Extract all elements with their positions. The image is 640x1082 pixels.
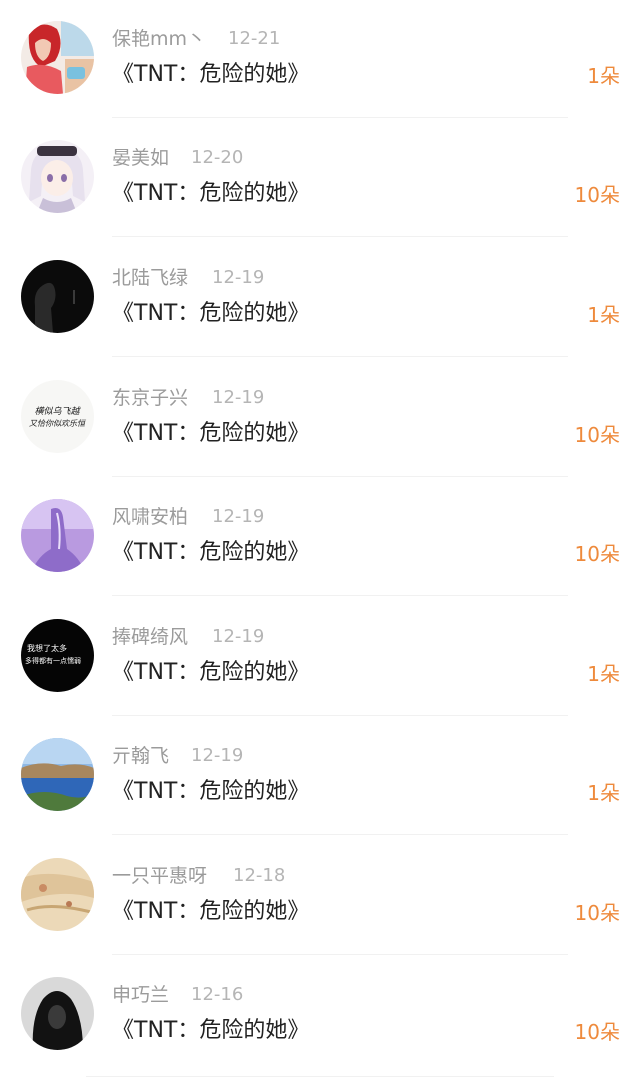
user-name[interactable]: 捧碑绮风 [112, 624, 188, 650]
flower-count: 10朵 [574, 1020, 620, 1044]
book-title[interactable]: 《TNT：危险的她》 [112, 538, 309, 568]
divider [112, 715, 568, 716]
avatar[interactable] [21, 977, 94, 1050]
user-name[interactable]: 东京子兴 [112, 385, 188, 411]
avatar[interactable]: 我想了太多 多得都有一点懦弱 [21, 619, 94, 692]
avatar[interactable] [21, 21, 94, 94]
user-name[interactable]: 保艳mm丶 [112, 26, 206, 52]
divider [112, 476, 568, 477]
list-item[interactable]: 风啸安柏 12-19 《TNT：危险的她》 10朵 [0, 478, 640, 598]
gift-date: 12-19 [212, 387, 265, 408]
flower-count: 1朵 [587, 64, 620, 88]
avatar[interactable]: 横似乌飞越 又恰你似欢乐恒 [21, 380, 94, 453]
list-item[interactable]: 我想了太多 多得都有一点懦弱 捧碑绮风 12-19 《TNT：危险的她》 1朵 [0, 598, 640, 718]
user-name[interactable]: 申巧兰 [112, 982, 169, 1008]
user-name[interactable]: 晏美如 [112, 145, 169, 171]
flower-count: 1朵 [587, 662, 620, 686]
avatar[interactable] [21, 140, 94, 213]
flower-count: 1朵 [587, 303, 620, 327]
divider [86, 1076, 554, 1077]
gift-date: 12-19 [191, 745, 244, 766]
book-title[interactable]: 《TNT：危险的她》 [112, 897, 309, 927]
painting-icon [21, 858, 94, 931]
gift-date: 12-20 [191, 147, 244, 168]
divider [112, 954, 568, 955]
anime-girl-icon [21, 140, 94, 213]
svg-text:横似乌飞越: 横似乌飞越 [34, 406, 81, 417]
user-name[interactable]: 亓翰飞 [112, 743, 169, 769]
svg-text:多得都有一点懦弱: 多得都有一点懦弱 [25, 656, 81, 665]
dark-silhouette-icon [21, 260, 94, 333]
list-item[interactable]: 晏美如 12-20 《TNT：危险的她》 10朵 [0, 119, 640, 239]
hooded-person-icon [21, 977, 94, 1050]
list-item[interactable]: 北陆飞绿 12-19 《TNT：危险的她》 1朵 [0, 239, 640, 359]
gift-date: 12-21 [228, 28, 281, 49]
divider [112, 117, 568, 118]
user-name[interactable]: 一只平惠呀 [112, 863, 207, 889]
user-name[interactable]: 风啸安柏 [112, 504, 188, 530]
purple-figure-icon [21, 499, 94, 572]
gift-date: 12-19 [212, 506, 265, 527]
divider [112, 834, 568, 835]
book-title[interactable]: 《TNT：危险的她》 [112, 179, 309, 209]
flower-count: 10朵 [574, 901, 620, 925]
svg-text:我想了太多: 我想了太多 [27, 643, 67, 653]
black-text-icon: 我想了太多 多得都有一点懦弱 [21, 619, 94, 692]
flower-count: 1朵 [587, 781, 620, 805]
divider [112, 595, 568, 596]
book-title[interactable]: 《TNT：危险的她》 [112, 60, 309, 90]
book-title[interactable]: 《TNT：危险的她》 [112, 777, 309, 807]
divider [112, 236, 568, 237]
red-hair-girl-icon [21, 21, 94, 94]
flower-count: 10朵 [574, 423, 620, 447]
avatar[interactable] [21, 499, 94, 572]
gift-date: 12-19 [212, 626, 265, 647]
book-title[interactable]: 《TNT：危险的她》 [112, 299, 309, 329]
avatar[interactable] [21, 858, 94, 931]
flower-count: 10朵 [574, 183, 620, 207]
lake-landscape-icon [21, 738, 94, 811]
book-title[interactable]: 《TNT：危险的她》 [112, 658, 309, 688]
flower-count: 10朵 [574, 542, 620, 566]
list-item[interactable]: 申巧兰 12-16 《TNT：危险的她》 10朵 [0, 956, 640, 1076]
gift-date: 12-19 [212, 267, 265, 288]
book-title[interactable]: 《TNT：危险的她》 [112, 419, 309, 449]
divider [112, 356, 568, 357]
gift-date: 12-18 [233, 865, 286, 886]
list-item[interactable]: 保艳mm丶 12-21 《TNT：危险的她》 1朵 [0, 0, 640, 120]
avatar[interactable] [21, 738, 94, 811]
book-title[interactable]: 《TNT：危险的她》 [112, 1016, 309, 1046]
avatar[interactable] [21, 260, 94, 333]
calligraphy-icon: 横似乌飞越 又恰你似欢乐恒 [21, 380, 94, 453]
gift-list: 保艳mm丶 12-21 《TNT：危险的她》 1朵 晏美如 12-20 《TNT… [0, 0, 640, 1082]
list-item[interactable]: 一只平惠呀 12-18 《TNT：危险的她》 10朵 [0, 837, 640, 957]
list-item[interactable]: 横似乌飞越 又恰你似欢乐恒 东京子兴 12-19 《TNT：危险的她》 10朵 [0, 359, 640, 479]
gift-date: 12-16 [191, 984, 244, 1005]
svg-text:又恰你似欢乐恒: 又恰你似欢乐恒 [29, 419, 87, 428]
user-name[interactable]: 北陆飞绿 [112, 265, 188, 291]
list-item[interactable]: 亓翰飞 12-19 《TNT：危险的她》 1朵 [0, 717, 640, 837]
